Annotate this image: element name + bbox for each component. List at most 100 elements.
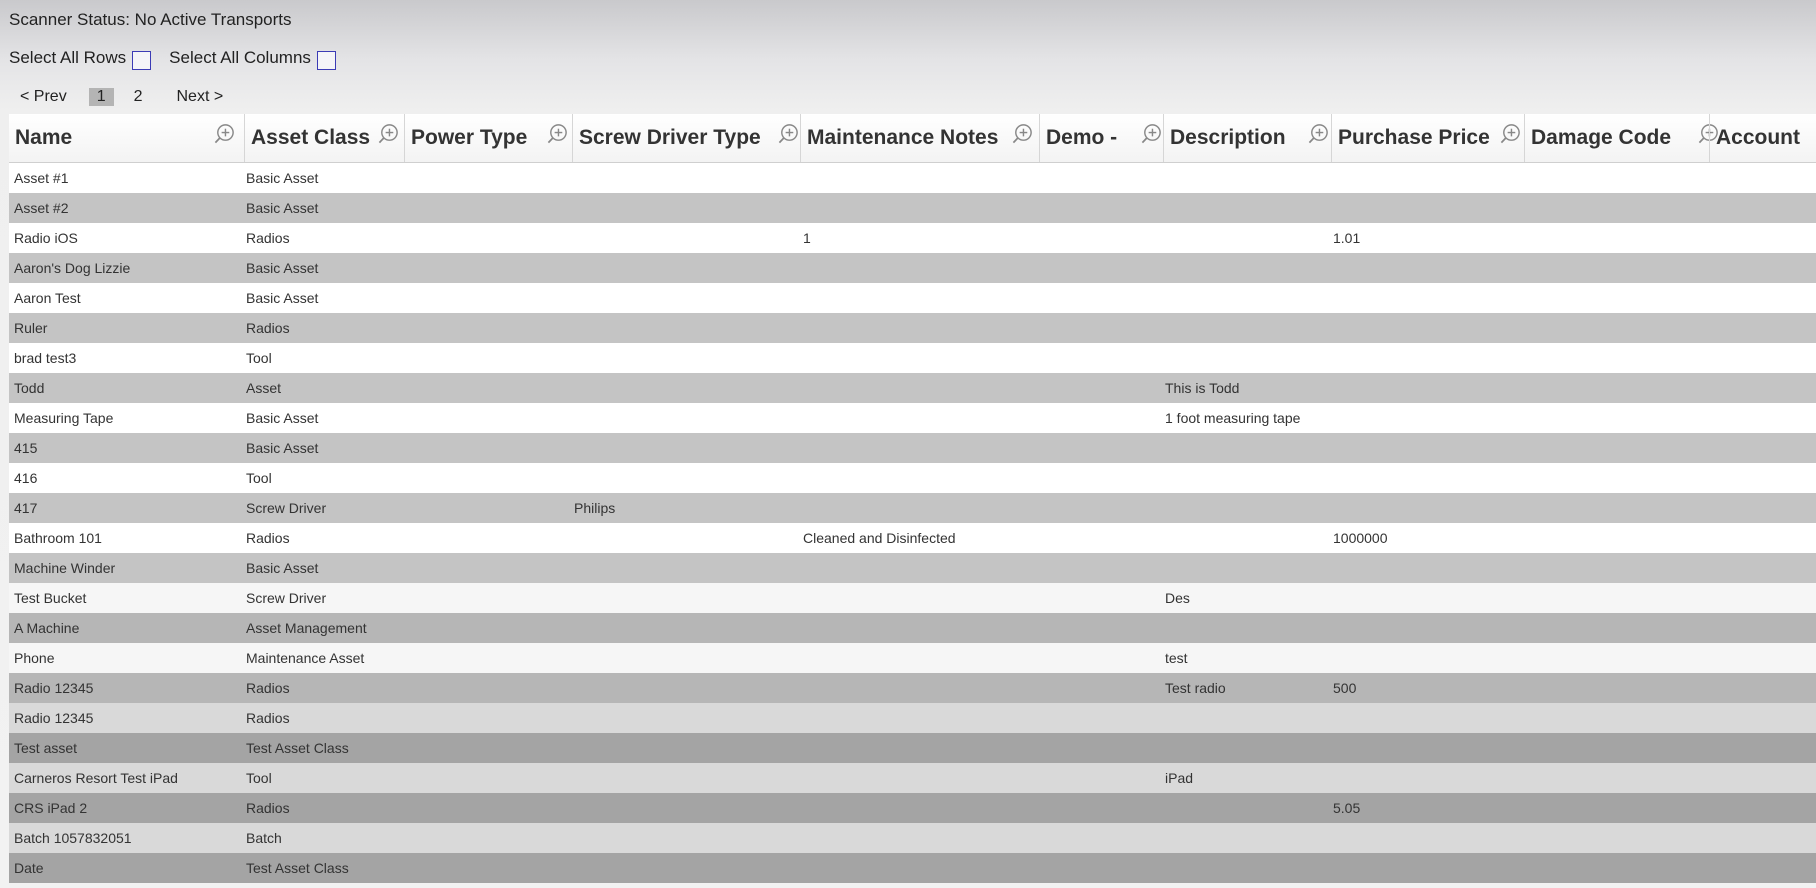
column-header[interactable]: Account xyxy=(1709,114,1816,162)
table-cell xyxy=(1526,703,1709,733)
table-cell: Radio iOS xyxy=(14,230,78,246)
table-cell: Basic Asset xyxy=(246,200,319,216)
prev-page-link[interactable]: < Prev xyxy=(20,88,67,106)
table-cell xyxy=(406,163,572,193)
table-cell xyxy=(1715,523,1816,553)
table-row[interactable]: Asset #2 Basic Asset xyxy=(9,193,1816,223)
table-row[interactable]: Test Bucket Screw Driver Des xyxy=(9,583,1816,613)
column-header[interactable]: Screw Driver Type xyxy=(572,114,800,162)
table-row[interactable]: Todd Asset This is Todd xyxy=(9,373,1816,403)
zoom-in-icon[interactable] xyxy=(546,122,569,145)
table-cell: Aaron Test xyxy=(14,290,81,306)
table-cell xyxy=(1041,343,1163,373)
table-cell xyxy=(1165,463,1331,493)
table-row[interactable]: Radio 12345 Radios Test radio 500 xyxy=(9,673,1816,703)
column-header[interactable]: Damage Code xyxy=(1524,114,1718,162)
table-row[interactable]: Aaron Test Basic Asset xyxy=(9,283,1816,313)
table-cell xyxy=(803,463,1039,493)
table-cell: 417 xyxy=(14,500,38,516)
table-row[interactable]: 416 Tool xyxy=(9,463,1816,493)
table-cell xyxy=(574,793,800,823)
table-cell xyxy=(1715,553,1816,583)
page-link-2[interactable]: 2 xyxy=(126,88,151,106)
select-all-columns-label: Select All Columns xyxy=(169,47,311,67)
table-cell xyxy=(1526,733,1709,763)
table-cell xyxy=(1333,493,1524,523)
table-cell: A Machine xyxy=(14,620,80,636)
table-row[interactable]: brad test3 Tool xyxy=(9,343,1816,373)
table-row[interactable]: Aaron's Dog Lizzie Basic Asset xyxy=(9,253,1816,283)
table-row[interactable]: Ruler Radios xyxy=(9,313,1816,343)
column-header[interactable]: Demo - xyxy=(1039,114,1163,162)
table-row[interactable]: Machine Winder Basic Asset xyxy=(9,553,1816,583)
table-row[interactable]: Measuring Tape Basic Asset 1 foot measurin… xyxy=(9,403,1816,433)
table-cell xyxy=(1526,343,1709,373)
table-cell xyxy=(1165,733,1331,763)
table-cell xyxy=(406,343,572,373)
table-row[interactable]: 417 Screw Driver Philips xyxy=(9,493,1816,523)
table-row[interactable]: Bathroom 101 Radios Cleaned and Disinfecte… xyxy=(9,523,1816,553)
table-cell xyxy=(406,793,572,823)
table-row[interactable]: CRS iPad 2 Radios 5.05 xyxy=(9,793,1816,823)
select-all-rows-checkbox[interactable] xyxy=(132,51,152,70)
table-cell xyxy=(803,343,1039,373)
table-row[interactable]: Phone Maintenance Asset test xyxy=(9,643,1816,673)
table-row[interactable]: Carneros Resort Test iPad Tool iPad xyxy=(9,763,1816,793)
table-row[interactable]: Date Test Asset Class xyxy=(9,853,1816,883)
table-row[interactable]: Batch 1057832051 Batch xyxy=(9,823,1816,853)
table-cell xyxy=(1165,193,1331,223)
table-cell: Asset Management xyxy=(246,620,367,636)
zoom-in-icon[interactable] xyxy=(1499,122,1522,145)
column-header-label: Damage Code xyxy=(1531,126,1672,149)
table-cell xyxy=(406,733,572,763)
zoom-in-icon[interactable] xyxy=(213,122,236,145)
table-row[interactable]: Radio 12345 Radios xyxy=(9,703,1816,733)
table-cell: Measuring Tape xyxy=(14,410,114,426)
table-cell xyxy=(1333,253,1524,283)
table-row[interactable]: A Machine Asset Management xyxy=(9,613,1816,643)
table-cell: 1.01 xyxy=(1333,230,1361,246)
table-cell xyxy=(406,433,572,463)
table-row[interactable]: Test asset Test Asset Class xyxy=(9,733,1816,763)
zoom-in-icon[interactable] xyxy=(777,122,800,145)
table-cell xyxy=(1715,703,1816,733)
table-row[interactable]: 415 Basic Asset xyxy=(9,433,1816,463)
column-header[interactable]: Asset Class xyxy=(244,114,404,162)
zoom-in-icon[interactable] xyxy=(1307,122,1330,145)
table-cell xyxy=(1715,853,1816,883)
table-row[interactable]: Asset #1 Basic Asset xyxy=(9,163,1816,193)
zoom-in-icon[interactable] xyxy=(1011,122,1034,145)
zoom-in-icon[interactable] xyxy=(377,122,400,145)
column-header[interactable]: Description xyxy=(1163,114,1331,162)
column-header[interactable]: Name xyxy=(9,114,244,162)
table-cell xyxy=(1041,523,1163,553)
table-cell xyxy=(1333,613,1524,643)
column-header[interactable]: Purchase Price xyxy=(1331,114,1524,162)
page-link-1[interactable]: 1 xyxy=(88,88,114,106)
table-cell: Carneros Resort Test iPad xyxy=(14,770,178,786)
table-cell: CRS iPad 2 xyxy=(14,800,88,816)
next-page-link[interactable]: Next > xyxy=(177,88,224,106)
table-cell xyxy=(1333,373,1524,403)
table-cell xyxy=(406,853,572,883)
table-cell xyxy=(406,613,572,643)
zoom-in-icon[interactable] xyxy=(1140,122,1163,145)
column-header-label: Name xyxy=(15,126,73,149)
pagination: < Prev 1 2 Next > xyxy=(20,88,223,106)
table-cell xyxy=(1165,613,1331,643)
table-cell: Ruler xyxy=(14,320,48,336)
table-cell xyxy=(1333,343,1524,373)
table-cell: Radios xyxy=(246,680,290,696)
table-cell xyxy=(1526,163,1709,193)
column-header-label: Screw Driver Type xyxy=(579,126,761,149)
column-header[interactable]: Maintenance Notes xyxy=(800,114,1039,162)
table-cell xyxy=(1165,283,1331,313)
table-cell xyxy=(1333,733,1524,763)
table-cell xyxy=(406,193,572,223)
table-row[interactable]: Radio iOS Radios 1 1.01 xyxy=(9,223,1816,253)
table-cell xyxy=(803,373,1039,403)
select-all-columns-checkbox[interactable] xyxy=(316,51,336,70)
table-cell xyxy=(1333,703,1524,733)
column-header[interactable]: Power Type xyxy=(404,114,572,162)
table-cell: Tool xyxy=(246,770,272,786)
